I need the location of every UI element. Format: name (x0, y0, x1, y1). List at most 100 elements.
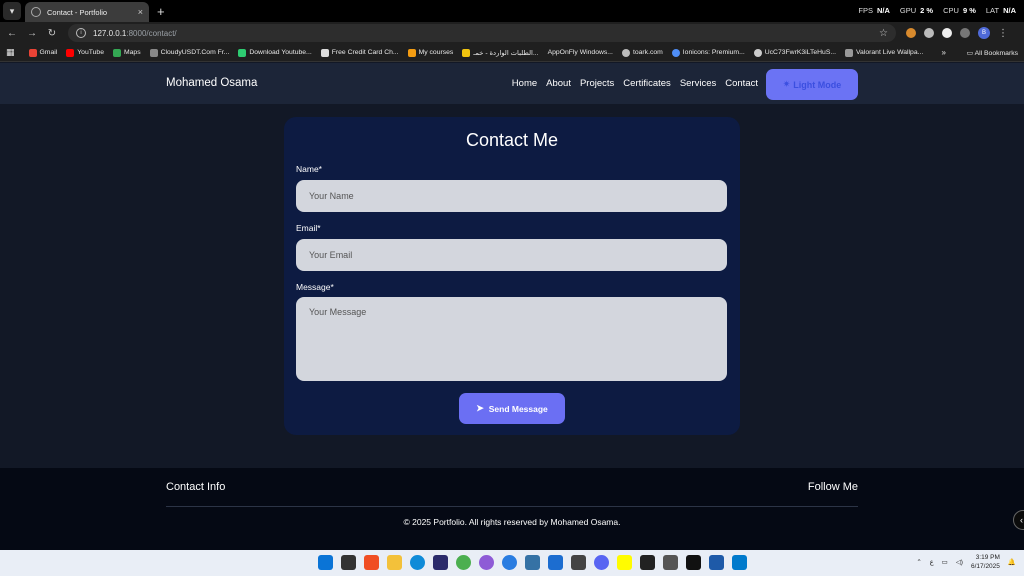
globe-icon (31, 7, 41, 17)
close-tab-icon[interactable]: × (138, 7, 143, 17)
bookmark-item[interactable]: CloudyUSDT.Com Fr... (149, 48, 229, 57)
hud-lat: LAT N/A (985, 6, 1016, 15)
bookmark-item[interactable]: YouTube (66, 48, 104, 57)
address-bar[interactable]: i 127.0.0.1:8000/contact/ ☆ (68, 24, 896, 42)
email-input[interactable] (296, 239, 727, 271)
valorant-icon[interactable] (663, 555, 678, 570)
page-viewport: Mohamed Osama Home About Projects Certif… (0, 63, 1024, 550)
python-icon[interactable] (525, 555, 540, 570)
clock-time: 3:19 PM (975, 554, 1000, 561)
network-icon[interactable]: ▭ (942, 558, 948, 566)
copilot-icon[interactable] (479, 555, 494, 570)
nav-link-contact[interactable]: Contact (725, 78, 758, 89)
youtube-icon (66, 48, 75, 57)
site-icon (621, 48, 630, 57)
app-icon[interactable] (640, 555, 655, 570)
site-navbar: Mohamed Osama Home About Projects Certif… (0, 63, 1024, 104)
snapchat-icon[interactable] (617, 555, 632, 570)
contact-form-card: Contact Me Name* Email* Message* ➤ Send … (284, 117, 740, 435)
file-icon[interactable] (341, 555, 356, 570)
nav-link-home[interactable]: Home (512, 78, 537, 89)
bookmark-item[interactable]: Valorant Live Wallpa... (845, 48, 923, 57)
form-title: Contact Me (465, 130, 559, 150)
notification-bell-icon[interactable]: 🔔 (1008, 558, 1016, 566)
bookmarks-overflow-chevron[interactable]: » (942, 48, 946, 57)
clock-date: 6/17/2025 (970, 563, 1000, 570)
chrome-browser-icon[interactable] (456, 555, 471, 570)
brave-browser-icon[interactable] (364, 555, 379, 570)
site-icon (407, 48, 416, 57)
app-icon[interactable] (686, 555, 701, 570)
forward-arrow-icon[interactable]: → (24, 28, 40, 39)
bookmark-item[interactable]: UcC73FwrK3iLTeHuS... (753, 48, 836, 57)
app-icon[interactable] (548, 555, 563, 570)
bookmark-item[interactable]: الطلبات الواردة - خمـ... (462, 48, 539, 57)
all-bookmarks-folder[interactable]: ▭ All Bookmarks (967, 49, 1018, 57)
edge-browser-icon[interactable] (410, 555, 425, 570)
extension-icon[interactable] (924, 28, 934, 38)
back-arrow-icon[interactable]: ← (4, 28, 20, 39)
folder-icon[interactable] (387, 555, 402, 570)
language-indicator[interactable]: ع (930, 558, 934, 566)
nav-links: Home About Projects Certificates Service… (512, 78, 758, 89)
email-label: Email* (296, 223, 321, 233)
store-icon[interactable] (433, 555, 448, 570)
app-icon[interactable] (709, 555, 724, 570)
new-tab-button[interactable]: + (157, 4, 165, 19)
message-textarea[interactable] (296, 297, 727, 381)
windows-start-icon[interactable] (318, 555, 333, 570)
footer-contact-info: Contact Info (166, 481, 226, 493)
vscode-icon[interactable] (732, 555, 747, 570)
hud-cpu: CPU 9 % (943, 6, 976, 15)
browser-toolbar: ← → ↻ i 127.0.0.1:8000/contact/ ☆ B ⋮ (0, 22, 1024, 44)
copyright-text: © 2025 Portfolio. All rights reserved by… (403, 517, 621, 527)
folder-icon: ▭ (966, 50, 975, 57)
site-info-icon[interactable]: i (76, 28, 86, 38)
bookmark-item[interactable]: Gmail (28, 48, 57, 57)
app-icon[interactable] (502, 555, 517, 570)
bookmark-item[interactable]: Ionicons: Premium... (671, 48, 745, 57)
light-mode-button[interactable]: ✷ Light Mode (766, 69, 858, 100)
reload-icon[interactable]: ↻ (44, 28, 60, 39)
bookmark-item[interactable]: Maps (112, 48, 141, 57)
clock[interactable]: 3:19 PM 6/17/2025 (971, 553, 1000, 571)
bookmark-item[interactable]: My courses (407, 48, 453, 57)
performance-hud: FPS N/A GPU 2 % CPU 9 % LAT N/A (858, 6, 1016, 15)
bookmarks-bar: ▦ Gmail YouTube Maps CloudyUSDT.Com Fr..… (0, 44, 1024, 62)
nav-link-about[interactable]: About (546, 78, 571, 89)
send-message-label: Send Message (488, 403, 548, 414)
profile-avatar[interactable]: B (978, 27, 990, 39)
bookmark-item[interactable]: toark.com (621, 48, 663, 57)
bookmark-item[interactable]: AppOnFly Windows... (548, 49, 613, 56)
os-taskbar: ⌃ ع ▭ ◁) 3:19 PM 6/17/2025 🔔 (0, 550, 1024, 576)
sun-icon: ✷ (782, 79, 791, 89)
extension-icon[interactable] (942, 28, 952, 38)
bookmark-item[interactable]: Free Credit Card Ch... (320, 48, 399, 57)
volume-icon[interactable]: ◁) (956, 558, 963, 566)
paper-plane-icon: ➤ (476, 403, 484, 413)
tab-title: Contact - Portfolio (47, 7, 108, 17)
apps-grid-icon[interactable]: ▦ (6, 47, 15, 58)
nav-link-certificates[interactable]: Certificates (623, 78, 671, 89)
browser-tab[interactable]: Contact - Portfolio × (25, 2, 149, 22)
extension-icon[interactable] (906, 28, 916, 38)
nav-link-services[interactable]: Services (680, 78, 716, 89)
bookmark-item[interactable]: Download Youtube... (238, 48, 312, 57)
brand-name[interactable]: Mohamed Osama (166, 77, 257, 89)
nav-link-projects[interactable]: Projects (580, 78, 614, 89)
bookmark-star-icon[interactable]: ☆ (879, 28, 888, 39)
tab-search-button[interactable]: ▾ (3, 2, 21, 20)
url-host: 127.0.0.1 (93, 28, 127, 38)
app-icon[interactable] (571, 555, 586, 570)
send-message-button[interactable]: ➤ Send Message (459, 393, 565, 424)
site-icon (320, 48, 329, 57)
menu-kebab-icon[interactable]: ⋮ (998, 28, 1008, 39)
puzzle-icon[interactable] (960, 28, 970, 38)
discord-icon[interactable] (594, 555, 609, 570)
name-input[interactable] (296, 180, 727, 212)
site-icon (238, 48, 247, 57)
browser-tabstrip: ▾ Contact - Portfolio × + FPS N/A GPU 2 % … (0, 0, 1024, 22)
footer-divider (166, 506, 858, 507)
chevron-up-icon[interactable]: ⌃ (916, 558, 921, 566)
footer-follow-me: Follow Me (807, 481, 858, 493)
